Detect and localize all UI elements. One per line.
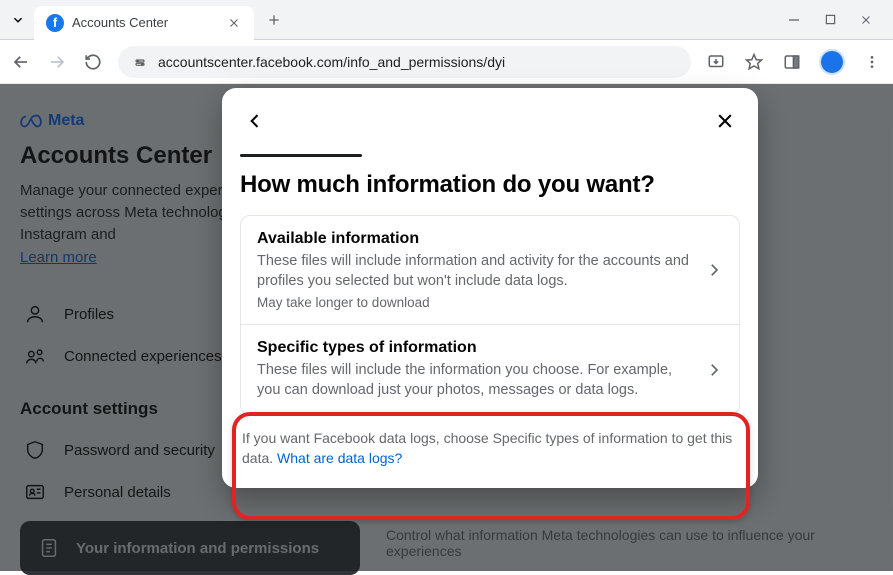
browser-tab-strip: f Accounts Center (0, 0, 893, 40)
what-are-data-logs-link[interactable]: What are data logs? (277, 450, 402, 466)
new-tab-button[interactable] (260, 6, 288, 34)
modal-title: How much information do you want? (240, 171, 740, 199)
tab-close-button[interactable] (226, 15, 242, 31)
option-title: Available information (257, 230, 693, 248)
modal-close-button[interactable] (710, 106, 740, 136)
tab-title: Accounts Center (72, 15, 218, 30)
progress-indicator (240, 154, 362, 157)
bookmark-star-icon[interactable] (743, 51, 765, 73)
chevron-right-icon (705, 261, 723, 279)
chevron-right-icon (705, 361, 723, 379)
site-settings-icon (132, 54, 148, 70)
option-available-information[interactable]: Available information These files will i… (241, 216, 739, 324)
nav-back-button[interactable] (10, 51, 32, 73)
option-description: These files will include information and… (257, 252, 693, 291)
side-panel-icon[interactable] (781, 51, 803, 73)
option-title: Specific types of information (257, 339, 693, 357)
browser-address-bar: accountscenter.facebook.com/info_and_per… (0, 40, 893, 84)
url-text: accountscenter.facebook.com/info_and_per… (158, 54, 677, 70)
nav-reload-button[interactable] (82, 51, 104, 73)
modal-back-button[interactable] (240, 106, 270, 136)
close-icon (715, 111, 735, 131)
browser-menu-button[interactable] (861, 51, 883, 73)
window-close-button[interactable] (859, 13, 873, 27)
nav-forward-button[interactable] (46, 51, 68, 73)
option-specific-types[interactable]: Specific types of information These file… (241, 325, 739, 414)
window-maximize-button[interactable] (823, 13, 837, 27)
info-amount-modal: How much information do you want? Availa… (222, 88, 758, 488)
profile-avatar-button[interactable] (819, 49, 845, 75)
window-minimize-button[interactable] (787, 13, 801, 27)
modal-footnote: If you want Facebook data logs, choose S… (240, 429, 740, 468)
option-description: These files will include the information… (257, 361, 693, 400)
install-app-icon[interactable] (705, 51, 727, 73)
option-note: May take longer to download (257, 295, 693, 310)
chevron-left-icon (245, 111, 265, 131)
facebook-favicon: f (46, 14, 64, 32)
window-controls (787, 13, 887, 27)
tab-search-dropdown[interactable] (6, 8, 30, 32)
url-input[interactable]: accountscenter.facebook.com/info_and_per… (118, 46, 691, 78)
browser-tab[interactable]: f Accounts Center (34, 6, 254, 40)
option-list: Available information These files will i… (240, 215, 740, 415)
